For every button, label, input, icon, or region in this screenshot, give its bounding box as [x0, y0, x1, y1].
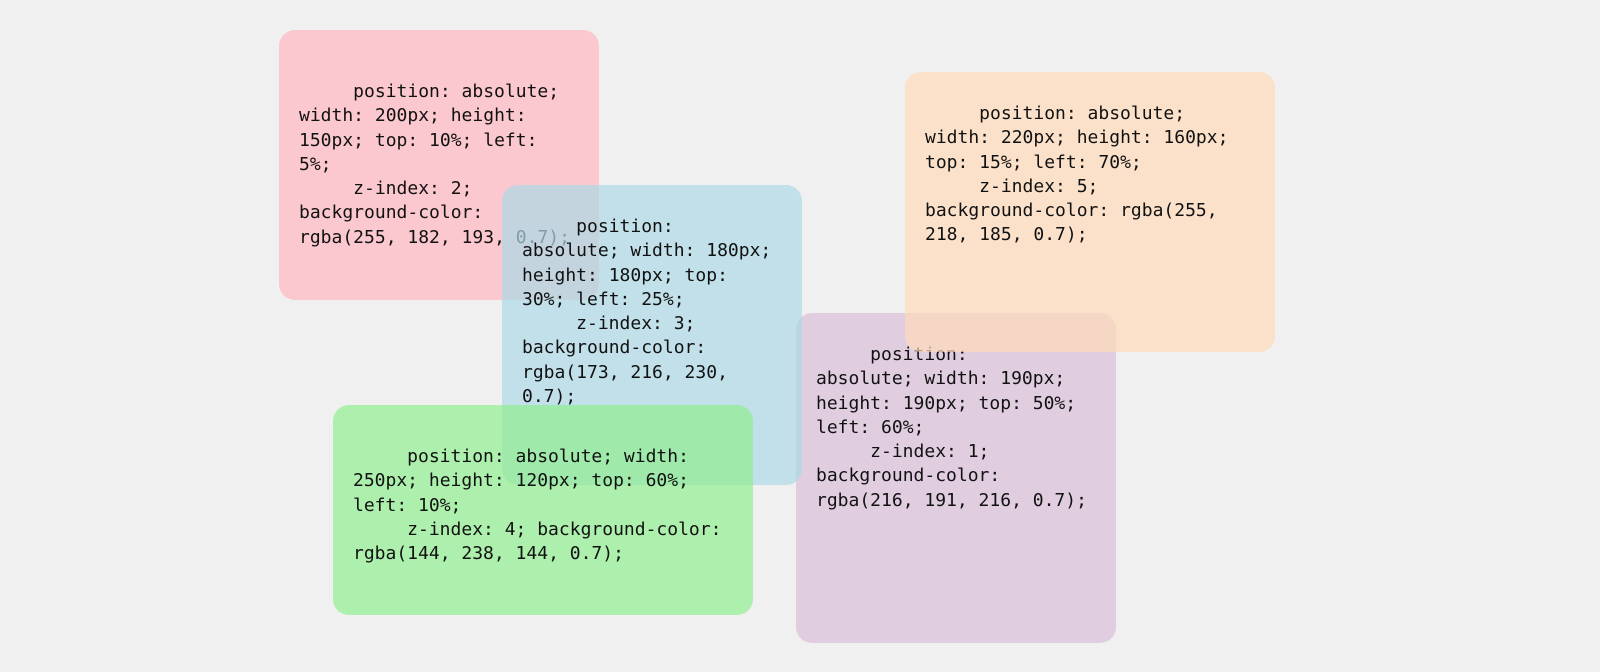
box-pink-line-0: position: absolute;: [299, 80, 579, 104]
box-orange-line-0: position: absolute;: [925, 102, 1255, 126]
box-blue-line-0: position:: [522, 215, 782, 239]
box-orange-line-1: width: 220px; height: 160px; top: 15%; l…: [925, 126, 1255, 175]
box-purple-line-1: absolute; width: 190px; height: 190px; t…: [816, 367, 1096, 440]
box-orange-line-3: background-color: rgba(255, 218, 185, 0.…: [925, 199, 1255, 248]
box-green: position: absolute; width:250px; height:…: [333, 405, 753, 615]
box-green-line-1: 250px; height: 120px; top: 60%; left: 10…: [353, 469, 733, 518]
box-blue-line-2: z-index: 3;: [522, 312, 782, 336]
box-orange-line-2: z-index: 5;: [925, 175, 1255, 199]
box-green-line-0: position: absolute; width:: [353, 445, 733, 469]
box-green-line-2: z-index: 4; background-color: rgba(144, …: [353, 518, 733, 567]
box-pink-line-1: width: 200px; height: 150px; top: 10%; l…: [299, 104, 579, 177]
box-blue-line-1: absolute; width: 180px; height: 180px; t…: [522, 239, 782, 312]
box-blue-line-3: background-color: rgba(173, 216, 230, 0.…: [522, 336, 782, 409]
box-orange: position: absolute;width: 220px; height:…: [905, 72, 1275, 352]
diagram-stage: position: absolute;width: 200px; height:…: [265, 30, 1345, 670]
box-purple-line-2: z-index: 1;: [816, 440, 1096, 464]
box-purple: position:absolute; width: 190px; height:…: [796, 313, 1116, 643]
box-purple-line-3: background-color: rgba(216, 191, 216, 0.…: [816, 464, 1096, 513]
